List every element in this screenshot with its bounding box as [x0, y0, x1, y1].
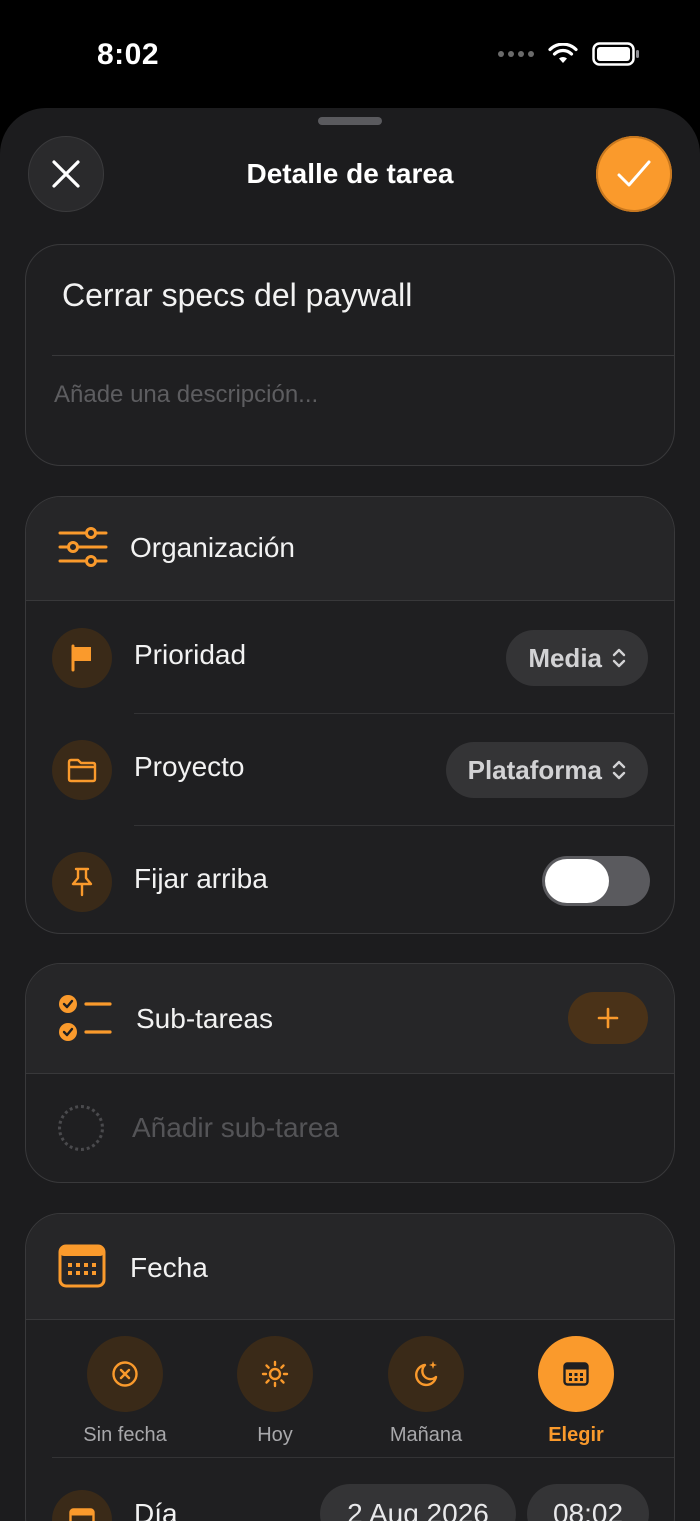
date-option-circle — [237, 1336, 313, 1412]
pin-icon — [71, 867, 93, 897]
date-option-label: Mañana — [389, 1424, 463, 1446]
subtasks-title: Sub-tareas — [136, 1003, 273, 1034]
moon-stars-icon — [415, 1361, 438, 1387]
sheet-grabber[interactable] — [318, 117, 382, 125]
done-button[interactable] — [596, 136, 672, 212]
project-value: Plataforma — [467, 754, 602, 785]
date-option-label: Hoy — [257, 1424, 293, 1446]
task-description-field[interactable]: Añade una descripción... — [54, 381, 318, 409]
flag-icon — [71, 644, 91, 672]
status-time: 8:02 — [97, 38, 160, 71]
date-option-circle — [388, 1336, 464, 1412]
add-subtask-button[interactable] — [568, 992, 648, 1044]
priority-row[interactable]: Prioridad Media — [26, 601, 674, 713]
plus-icon — [597, 1007, 619, 1029]
checklist-icon — [59, 995, 112, 1041]
folder-icon — [67, 758, 97, 783]
add-subtask-input[interactable]: Añadir sub-tarea — [132, 1112, 339, 1144]
date-option-label: Elegir — [548, 1424, 604, 1446]
date-option-circle — [538, 1336, 614, 1412]
divider — [52, 1457, 674, 1458]
status-bar: 8:02 — [0, 0, 700, 108]
task-title-field[interactable]: Cerrar specs del paywall — [62, 277, 412, 314]
project-select[interactable]: Plataforma — [445, 742, 648, 798]
date-option-none[interactable]: Sin fecha — [65, 1336, 185, 1447]
wifi-icon — [548, 43, 578, 63]
chevron-up-down-icon — [612, 760, 626, 780]
task-title-card: Cerrar specs del paywall Añade una descr… — [25, 244, 675, 466]
sliders-icon — [58, 527, 108, 567]
organization-card: Organización Prioridad Media Proyecto Pl… — [25, 496, 675, 934]
date-option-choose[interactable]: Elegir — [516, 1336, 636, 1447]
checkmark-icon — [617, 160, 651, 187]
date-options: Sin fecha Hoy Mañana Elegir — [26, 1336, 674, 1466]
date-title: Fecha — [130, 1252, 208, 1283]
cellular-signal-icon — [498, 51, 534, 57]
project-label: Proyecto — [134, 751, 245, 782]
day-row: Día 2 Aug 2026 08:02 — [26, 1476, 674, 1521]
subtask-empty-circle-icon — [58, 1105, 104, 1151]
organization-title: Organización — [130, 532, 295, 563]
date-option-circle — [87, 1336, 163, 1412]
priority-label: Prioridad — [134, 639, 247, 670]
pin-row: Fijar arriba — [26, 825, 674, 933]
sheet-title: Detalle de tarea — [246, 158, 454, 189]
row-icon — [52, 852, 112, 912]
day-label: Día — [134, 1498, 178, 1521]
row-icon — [52, 628, 112, 688]
battery-icon — [592, 42, 639, 66]
project-row[interactable]: Proyecto Plataforma — [26, 713, 674, 825]
toggle-knob — [545, 859, 609, 903]
task-detail-sheet: Detalle de tarea Cerrar specs del paywal… — [0, 108, 700, 1521]
priority-select[interactable]: Media — [506, 630, 648, 686]
date-picker-chip[interactable]: 2 Aug 2026 — [320, 1484, 516, 1521]
calendar-icon — [69, 1508, 95, 1521]
organization-header: Organización — [26, 497, 674, 601]
x-circle-icon — [112, 1361, 138, 1387]
chevron-up-down-icon — [612, 648, 626, 668]
row-icon — [52, 740, 112, 800]
calendar-icon — [563, 1362, 589, 1386]
date-option-label: Sin fecha — [83, 1424, 167, 1446]
calendar-icon — [58, 1244, 106, 1288]
divider — [52, 355, 674, 356]
date-option-today[interactable]: Hoy — [215, 1336, 335, 1447]
subtasks-header: Sub-tareas — [26, 964, 674, 1074]
subtasks-card: Sub-tareas Añadir sub-tarea — [25, 963, 675, 1183]
pin-label: Fijar arriba — [134, 863, 268, 894]
time-picker-chip[interactable]: 08:02 — [527, 1484, 649, 1521]
row-icon — [52, 1490, 112, 1521]
date-header: Fecha — [26, 1214, 674, 1320]
priority-value: Media — [528, 642, 602, 673]
sun-icon — [261, 1360, 289, 1388]
pin-toggle[interactable] — [542, 856, 650, 906]
date-option-tomorrow[interactable]: Mañana — [366, 1336, 486, 1447]
status-icons — [498, 42, 640, 66]
date-card: Fecha Sin fecha Hoy Mañana Elegir Día 2 … — [25, 1213, 675, 1521]
